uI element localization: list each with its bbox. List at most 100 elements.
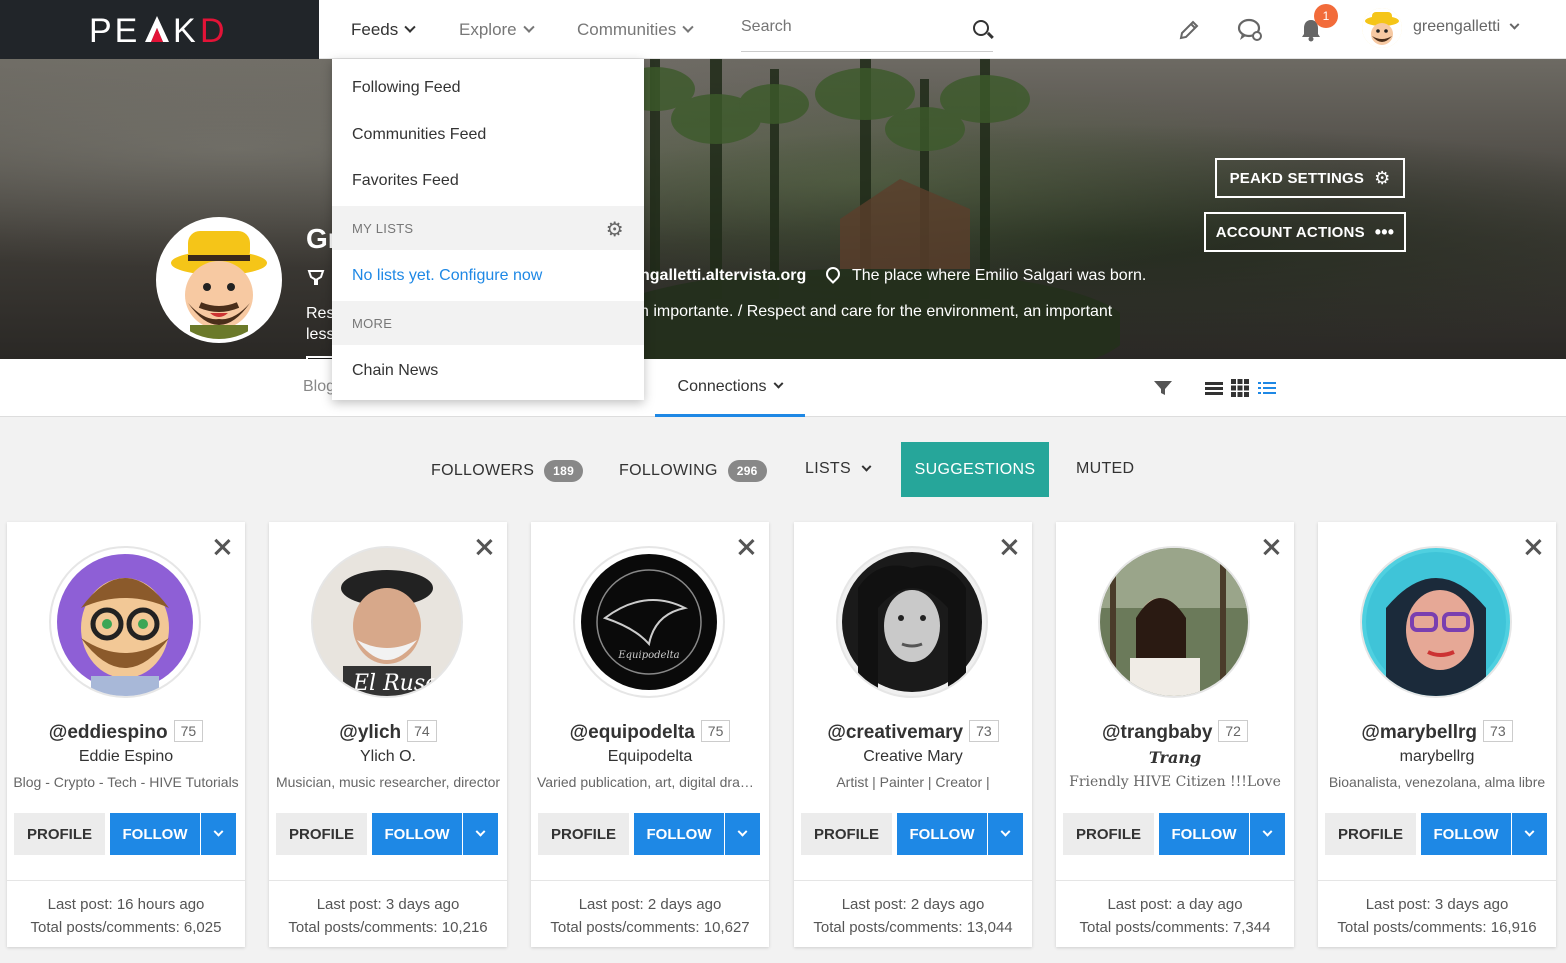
search-box (741, 14, 993, 52)
chat-icon[interactable] (1237, 17, 1263, 43)
suggestion-handle[interactable]: @eddiespino (49, 722, 168, 743)
tab-following[interactable]: FOLLOWING 296 (619, 460, 767, 482)
profile-button[interactable]: PROFILE (1063, 813, 1154, 855)
tab-lists[interactable]: LISTS (805, 460, 872, 478)
follow-button[interactable]: FOLLOW (634, 813, 724, 855)
tab-followers[interactable]: FOLLOWERS 189 (431, 460, 584, 482)
follow-options-button[interactable] (201, 813, 236, 855)
profile-button[interactable]: PROFILE (1325, 813, 1416, 855)
nav-feeds-label: Feeds (351, 19, 399, 39)
compact-list-view-icon[interactable] (1258, 379, 1276, 402)
close-icon[interactable] (1262, 538, 1280, 556)
list-view-icon[interactable] (1205, 379, 1223, 402)
search-input[interactable] (741, 18, 961, 36)
user-avatar[interactable] (1362, 8, 1402, 48)
follow-options-button[interactable] (725, 813, 760, 855)
peakd-settings-label: PEAKD SETTINGS (1229, 169, 1365, 187)
total-posts-text: Total posts/comments: 13,044 (813, 919, 1013, 936)
close-icon[interactable] (1524, 538, 1542, 556)
suggestion-handle-row: @creativemary 73 (794, 720, 1032, 744)
following-count-badge: 296 (727, 460, 767, 482)
about-line-2: less (306, 326, 335, 343)
profile-button[interactable]: PROFILE (276, 813, 367, 855)
nav-feeds[interactable]: Feeds (351, 0, 416, 59)
suggestion-bio: Friendly HIVE Citizen !!!Love (1069, 774, 1281, 790)
suggestion-bio: Artist | Painter | Creator | (836, 774, 990, 790)
reputation-badge: 75 (173, 720, 204, 742)
peakd-settings-button[interactable]: PEAKD SETTINGS ⚙ (1215, 158, 1405, 198)
account-actions-button[interactable]: ACCOUNT ACTIONS ••• (1204, 212, 1406, 252)
profile-cover: Gr ngalletti.altervista.org The place wh… (0, 59, 1566, 359)
menu-item-following-feed[interactable]: Following Feed (332, 79, 644, 97)
svg-text:El Ruso: El Ruso (352, 671, 438, 696)
nav-explore[interactable]: Explore (459, 0, 535, 59)
suggestion-stats: Last post: 16 hours ago Total posts/comm… (7, 880, 245, 947)
suggestion-avatar[interactable]: Equipodelta (573, 546, 725, 698)
suggestion-avatar[interactable] (1360, 546, 1512, 698)
website-link[interactable]: ngalletti.altervista.org (640, 267, 806, 285)
menu-item-communities-feed[interactable]: Communities Feed (332, 126, 644, 144)
chevron-down-icon (1262, 826, 1273, 837)
suggestion-display-name: Trang (1148, 748, 1202, 767)
top-navbar: PE K D Feeds Explore Communities 1 (0, 0, 1566, 59)
tab-connections[interactable]: Connections (655, 359, 805, 417)
nav-explore-label: Explore (459, 19, 517, 39)
profile-about-start: Res less (306, 303, 334, 345)
suggestion-avatar[interactable] (49, 546, 201, 698)
configure-lists-link[interactable]: No lists yet. Configure now (332, 267, 644, 285)
profile-button[interactable]: PROFILE (14, 813, 105, 855)
svg-text:K: K (173, 12, 199, 50)
suggestion-bio: Varied publication, art, digital drawing (537, 774, 763, 790)
suggestion-stats: Last post: 3 days ago Total posts/commen… (1318, 880, 1556, 947)
gear-icon[interactable]: ⚙ (606, 217, 624, 242)
profile-button[interactable]: PROFILE (801, 813, 892, 855)
suggestion-avatar[interactable] (1098, 546, 1250, 698)
follow-button[interactable]: FOLLOW (1159, 813, 1249, 855)
follow-button[interactable]: FOLLOW (110, 813, 200, 855)
close-icon[interactable] (475, 538, 493, 556)
suggestion-display-name: Equipodelta (607, 748, 693, 765)
suggestion-avatar[interactable]: El Ruso (311, 546, 463, 698)
close-icon[interactable] (737, 538, 755, 556)
menu-item-favorites-feed[interactable]: Favorites Feed (332, 172, 644, 190)
chevron-down-icon (737, 826, 748, 837)
profile-button[interactable]: PROFILE (538, 813, 629, 855)
reputation-badge: 73 (1483, 720, 1513, 742)
suggestion-handle[interactable]: @ylich (339, 722, 401, 743)
reputation-badge: 72 (1218, 720, 1248, 742)
suggestion-handle-row: @ylich 74 (269, 720, 507, 744)
follow-options-button[interactable] (988, 813, 1023, 855)
user-menu[interactable]: greengalletti (1413, 18, 1520, 36)
pencil-icon[interactable] (1176, 17, 1202, 43)
follow-options-button[interactable] (1512, 813, 1547, 855)
chevron-down-icon (861, 461, 872, 472)
reputation-badge: 74 (407, 720, 437, 742)
suggestion-handle[interactable]: @marybellrg (1361, 722, 1477, 743)
follow-button[interactable]: FOLLOW (897, 813, 987, 855)
close-icon[interactable] (1000, 538, 1018, 556)
follow-button[interactable]: FOLLOW (372, 813, 462, 855)
suggestion-avatar[interactable] (836, 546, 988, 698)
filter-icon[interactable] (1153, 379, 1173, 402)
follow-button[interactable]: FOLLOW (1421, 813, 1511, 855)
tab-blog[interactable]: Blog (303, 378, 335, 396)
peakd-logo[interactable]: PE K D (0, 0, 319, 59)
close-icon[interactable] (213, 538, 231, 556)
reputation-badge: 75 (700, 720, 731, 742)
suggestion-bio: Bioanalista, venezolana, alma libre (1328, 774, 1546, 790)
suggestion-handle[interactable]: @equipodelta (570, 722, 695, 743)
follow-options-button[interactable] (463, 813, 498, 855)
follow-options-button[interactable] (1250, 813, 1285, 855)
tab-suggestions[interactable]: SUGGESTIONS (901, 442, 1049, 497)
menu-item-chain-news[interactable]: Chain News (332, 362, 644, 380)
suggestion-card: @marybellrg 73 marybellrg Bioanalista, ve… (1318, 522, 1556, 947)
grid-view-icon[interactable] (1231, 379, 1249, 402)
chevron-down-icon (682, 21, 694, 33)
tab-muted[interactable]: MUTED (1076, 460, 1134, 478)
suggestion-handle[interactable]: @creativemary (827, 722, 963, 743)
profile-avatar[interactable] (156, 217, 282, 343)
suggestion-display-name: marybellrg (1399, 748, 1475, 765)
suggestion-handle[interactable]: @trangbaby (1102, 722, 1212, 743)
search-icon[interactable] (973, 20, 989, 36)
nav-communities[interactable]: Communities (577, 0, 694, 59)
